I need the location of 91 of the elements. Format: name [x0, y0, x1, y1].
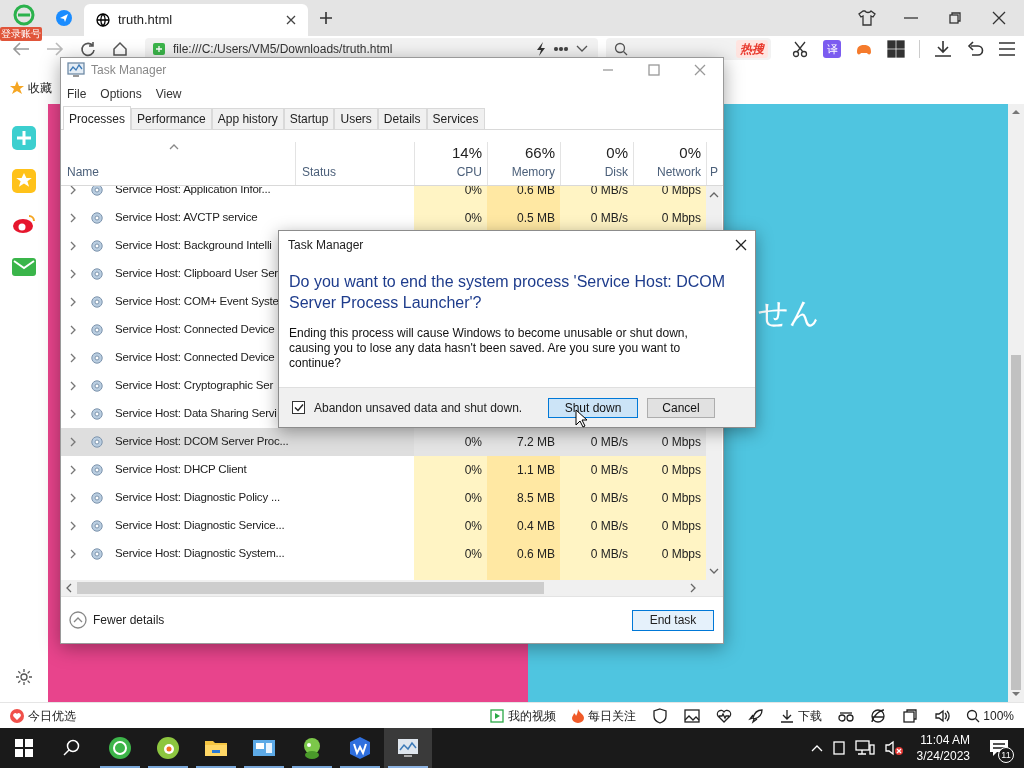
table-cell-text: 0 MB/s [590, 462, 628, 479]
menu-item[interactable]: View [155, 85, 182, 103]
table-cell-text: 0.5 MB [517, 210, 555, 227]
tab[interactable]: Users [334, 108, 378, 129]
column-header[interactable]: CPU [456, 163, 482, 181]
clock[interactable]: 11:04 AM 3/24/2023 [912, 732, 974, 764]
column-header[interactable]: Status [302, 163, 337, 181]
column-percent: 66% [524, 143, 555, 163]
process-row[interactable]: Service Host: Diagnostic Policy ... 0% 8.5 MB 0 MB/s 0 Mbps [61, 484, 706, 512]
dialog-button[interactable]: Shut down [548, 397, 638, 418]
tab[interactable]: Services [426, 108, 485, 129]
status-link[interactable]: 我的视频 [490, 706, 557, 725]
table-cell: 0% [464, 186, 482, 199]
process-row[interactable]: Service Host: DHCP Client 0% 1.1 MB 0 MB/s 0 Mbps [61, 456, 706, 484]
table-cell-text: 0 Mbps [661, 210, 701, 227]
column-header[interactable]: Name [67, 163, 99, 181]
table-cell-text: 0 Mbps [661, 518, 701, 535]
process-name: Service Host: DCOM Server Proc... [115, 434, 289, 450]
dialog-title: Task Manager [288, 237, 365, 254]
process-name: Service Host: Cryptographic Ser [115, 378, 274, 394]
table-cell-text: 0 Mbps [661, 546, 701, 563]
tab[interactable]: App history [211, 108, 284, 129]
browser-tab[interactable]: truth.html [84, 4, 308, 36]
login-badge[interactable]: 登录账号 [0, 27, 42, 41]
dialog-message: Ending this process will cause Windows to become unusable or shut down, causing you to lose any data hasn't been saved. Are you sure you want to continue? [289, 325, 689, 371]
process-name: Service Host: COM+ Event Syste [115, 294, 279, 310]
column-header[interactable]: Memory [511, 163, 555, 181]
column-percent: 0% [606, 143, 628, 163]
table-cell-text: 0 MB/s [590, 434, 628, 451]
table-cell: 0 MB/s [590, 186, 628, 199]
table-cell-text: 0% [464, 518, 482, 535]
table-cell-text: 0 Mbps [661, 462, 701, 479]
tab[interactable]: Processes [63, 106, 132, 130]
process-name: Service Host: Data Sharing Servi [115, 406, 277, 422]
address-bar[interactable]: file:///C:/Users/VM5/Downloads/truth.html [145, 38, 598, 60]
table-cell-text: 0% [464, 210, 482, 227]
table-cell-text: 0 MB/s [590, 546, 628, 563]
table-cell: 0.6 MB [517, 186, 555, 199]
window-title: Task Manager [91, 62, 168, 79]
table-cell-text: 0.6 MB [517, 546, 555, 563]
process-name: Service Host: Diagnostic Service... [115, 518, 285, 534]
table-cell-text: 0 MB/s [590, 490, 628, 507]
status-link[interactable]: 每日关注 [572, 706, 637, 725]
table-cell: 0 Mbps [661, 186, 701, 199]
menu-item[interactable]: Options [100, 85, 142, 103]
process-name: Service Host: AVCTP service [115, 210, 258, 226]
menu-item[interactable]: File [67, 85, 87, 103]
process-name: Service Host: Connected Device [115, 322, 275, 338]
table-cell-text: 0% [464, 462, 482, 479]
process-name: Service Host: Background Intelli [115, 238, 272, 254]
hot-search-badge[interactable]: 热搜 [736, 40, 768, 58]
table-cell-text: 0 Mbps [661, 434, 701, 451]
zoom-control[interactable]: 100% [966, 706, 1014, 725]
process-name: Service Host: Diagnostic System... [115, 546, 285, 562]
table-cell-text: 8.5 MB [517, 490, 555, 507]
tab[interactable]: Performance [131, 108, 212, 129]
process-name: Service Host: DHCP Client [115, 462, 247, 478]
table-cell-text: 0 MB/s [590, 518, 628, 535]
tab[interactable]: Startup [283, 108, 335, 129]
tab[interactable]: Details [377, 108, 427, 129]
process-row[interactable]: Service Host: Diagnostic Service... 0% 0.4 MB 0 MB/s 0 Mbps [61, 512, 706, 540]
process-name: Service Host: Clipboard User Ser [115, 266, 278, 282]
table-cell-text: 1.1 MB [517, 462, 555, 479]
column-percent: 0% [679, 143, 701, 163]
end-task-button[interactable]: End task [632, 609, 714, 631]
table-cell-text: 0.4 MB [517, 518, 555, 535]
table-cell-text: 0% [464, 490, 482, 507]
translate-button[interactable]: 译 [823, 40, 841, 58]
search-field[interactable]: 热搜 [606, 38, 771, 60]
fewer-details-button[interactable]: Fewer details [69, 611, 165, 629]
column-percent: 14% [451, 143, 482, 163]
status-link[interactable]: 下载 [780, 706, 823, 725]
table-cell-text: 0% [464, 546, 482, 563]
daily-picks-link[interactable]: 今日优选 [10, 706, 76, 725]
bookmark-item[interactable]: 收藏 [10, 79, 52, 97]
notification-count: 11 [998, 747, 1014, 763]
process-name: Service Host: Diagnostic Policy ... [115, 490, 280, 506]
dialog-heading: Do you want to end the system process 'Service Host: DCOM Server Process Launcher'? [288, 272, 727, 313]
process-row[interactable]: Service Host: Diagnostic System... 0% 0.6 MB 0 MB/s 0 Mbps [61, 540, 706, 568]
table-cell-text: 0 Mbps [661, 490, 701, 507]
table-cell-text: 7.2 MB [517, 434, 555, 451]
process-name: Service Host: Connected Device [115, 350, 275, 366]
column-header[interactable]: Disk [604, 163, 628, 181]
table-cell-text: 0 MB/s [590, 210, 628, 227]
dialog-button[interactable]: Cancel [647, 397, 715, 418]
column-header[interactable]: P [710, 163, 718, 181]
table-cell-text: 0% [464, 434, 482, 451]
process-row[interactable]: Service Host: DCOM Server Proc... 0% 7.2 MB 0 MB/s 0 Mbps [61, 428, 706, 456]
checkbox-label[interactable]: Abandon unsaved data and shut down. [314, 398, 539, 417]
page-text: せん [758, 295, 820, 331]
column-header[interactable]: Network [657, 163, 701, 181]
